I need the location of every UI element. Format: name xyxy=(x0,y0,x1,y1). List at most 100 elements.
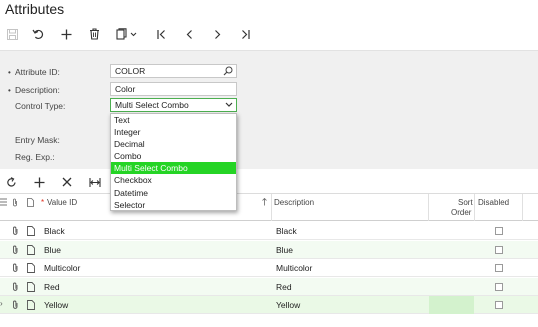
dropdown-option[interactable]: Text xyxy=(111,114,236,126)
column-header-description[interactable]: Description xyxy=(274,198,314,207)
description-value: Color xyxy=(115,84,136,94)
grid-toolbar xyxy=(0,170,538,193)
description-cell[interactable]: Red xyxy=(276,282,292,292)
copy-paste-menu-button[interactable] xyxy=(114,26,140,42)
add-row-button[interactable] xyxy=(32,175,46,189)
undo-icon xyxy=(32,29,44,40)
disabled-checkbox[interactable] xyxy=(495,227,503,235)
page-title: Attributes xyxy=(5,1,65,17)
note-icon[interactable] xyxy=(27,244,35,255)
description-cell[interactable]: Yellow xyxy=(276,300,300,310)
add-button[interactable] xyxy=(58,26,74,42)
control-type-select[interactable]: Multi Select Combo xyxy=(110,98,237,112)
attachment-icon[interactable] xyxy=(12,300,19,310)
description-cell[interactable]: Blue xyxy=(276,245,293,255)
note-icon[interactable] xyxy=(27,281,35,292)
add-icon xyxy=(61,29,71,39)
previous-record-icon xyxy=(186,29,192,39)
table-row[interactable]: Red Red xyxy=(0,277,538,296)
disabled-checkbox[interactable] xyxy=(495,264,503,272)
value-id-cell[interactable]: Yellow xyxy=(44,300,68,310)
grid-header: * Value ID Description Sort Order Disabl… xyxy=(0,193,538,221)
sort-order-cell[interactable] xyxy=(429,278,474,296)
delete-row-icon xyxy=(62,177,72,187)
next-record-button[interactable] xyxy=(209,26,225,42)
delete-icon xyxy=(89,28,99,40)
disabled-checkbox[interactable] xyxy=(495,245,503,254)
add-row-icon xyxy=(34,177,44,187)
next-record-icon xyxy=(214,29,220,39)
table-row[interactable]: Blue Blue xyxy=(0,240,538,259)
description-cell[interactable]: Black xyxy=(276,226,297,236)
dropdown-option[interactable]: Checkbox xyxy=(111,174,236,186)
note-header-icon xyxy=(27,198,34,207)
table-row[interactable]: Black Black xyxy=(0,222,538,240)
attachment-icon[interactable] xyxy=(12,282,19,292)
fit-columns-icon xyxy=(89,177,101,187)
sort-order-cell[interactable] xyxy=(429,296,474,314)
description-cell[interactable]: Multicolor xyxy=(276,263,312,273)
required-marker: • xyxy=(8,68,11,77)
description-field[interactable]: Color xyxy=(110,82,237,96)
required-marker: • xyxy=(8,86,11,95)
dropdown-option[interactable]: Multi Select Combo xyxy=(111,162,236,175)
dropdown-option[interactable]: Integer xyxy=(111,126,236,138)
chevron-down-icon xyxy=(225,102,233,107)
attribute-id-field[interactable]: COLOR xyxy=(110,64,237,78)
attachment-icon[interactable] xyxy=(12,263,19,273)
sort-order-cell[interactable] xyxy=(429,222,474,240)
last-record-icon xyxy=(241,29,250,39)
undo-button[interactable] xyxy=(30,26,46,42)
search-icon[interactable] xyxy=(223,66,233,76)
attachment-header-icon xyxy=(13,198,17,207)
copy-paste-icon xyxy=(116,28,137,40)
fit-columns-button[interactable] xyxy=(88,175,102,189)
attribute-id-label: Attribute ID: xyxy=(15,67,60,77)
value-id-cell[interactable]: Black xyxy=(44,226,65,236)
last-record-button[interactable] xyxy=(237,26,253,42)
control-type-value: Multi Select Combo xyxy=(115,100,189,110)
refresh-button[interactable] xyxy=(4,175,18,189)
disabled-checkbox[interactable] xyxy=(495,301,503,309)
dropdown-option[interactable]: Datetime xyxy=(111,187,236,199)
entry-mask-label: Entry Mask: xyxy=(15,135,60,145)
attribute-id-value: COLOR xyxy=(115,66,146,76)
disabled-checkbox[interactable] xyxy=(495,282,503,291)
dropdown-option[interactable]: Selector xyxy=(111,199,236,211)
attachment-icon[interactable] xyxy=(12,245,19,255)
required-asterisk: * xyxy=(41,198,45,207)
note-icon[interactable] xyxy=(27,226,35,236)
value-id-cell[interactable]: Red xyxy=(44,282,60,292)
delete-button[interactable] xyxy=(86,26,102,42)
delete-row-button[interactable] xyxy=(60,175,74,189)
control-type-dropdown: Text Integer Decimal Combo Multi Select Comb… xyxy=(110,113,237,211)
value-id-cell[interactable]: Multicolor xyxy=(44,263,80,273)
first-record-button[interactable] xyxy=(153,26,169,42)
save-button[interactable] xyxy=(4,26,20,42)
value-id-cell[interactable]: Blue xyxy=(44,245,61,255)
dropdown-option[interactable]: Combo xyxy=(111,150,236,162)
column-header-disabled[interactable]: Disabled xyxy=(478,198,509,207)
attribute-form xyxy=(0,50,538,169)
table-row[interactable]: Multicolor Multicolor xyxy=(0,259,538,277)
column-header-sort[interactable]: Sort xyxy=(458,198,473,207)
previous-record-button[interactable] xyxy=(181,26,197,42)
sort-order-cell[interactable] xyxy=(429,241,474,259)
first-record-icon xyxy=(156,29,165,39)
column-settings-icon[interactable] xyxy=(0,198,7,206)
column-header-order[interactable]: Order xyxy=(451,208,471,217)
save-icon xyxy=(6,28,18,40)
dropdown-option[interactable]: Decimal xyxy=(111,138,236,150)
column-header-value-id[interactable]: Value ID xyxy=(47,198,77,207)
main-toolbar xyxy=(0,22,538,48)
table-row[interactable]: › Yellow Yellow xyxy=(0,296,538,314)
sort-ascending-icon xyxy=(262,198,267,206)
note-icon[interactable] xyxy=(27,263,35,273)
note-icon[interactable] xyxy=(27,300,35,310)
control-type-label: Control Type: xyxy=(15,101,66,111)
sort-order-cell[interactable] xyxy=(429,259,474,277)
description-label: Description: xyxy=(15,85,60,95)
active-row-marker: › xyxy=(0,299,3,308)
refresh-icon xyxy=(6,176,16,187)
attachment-icon[interactable] xyxy=(12,226,19,236)
